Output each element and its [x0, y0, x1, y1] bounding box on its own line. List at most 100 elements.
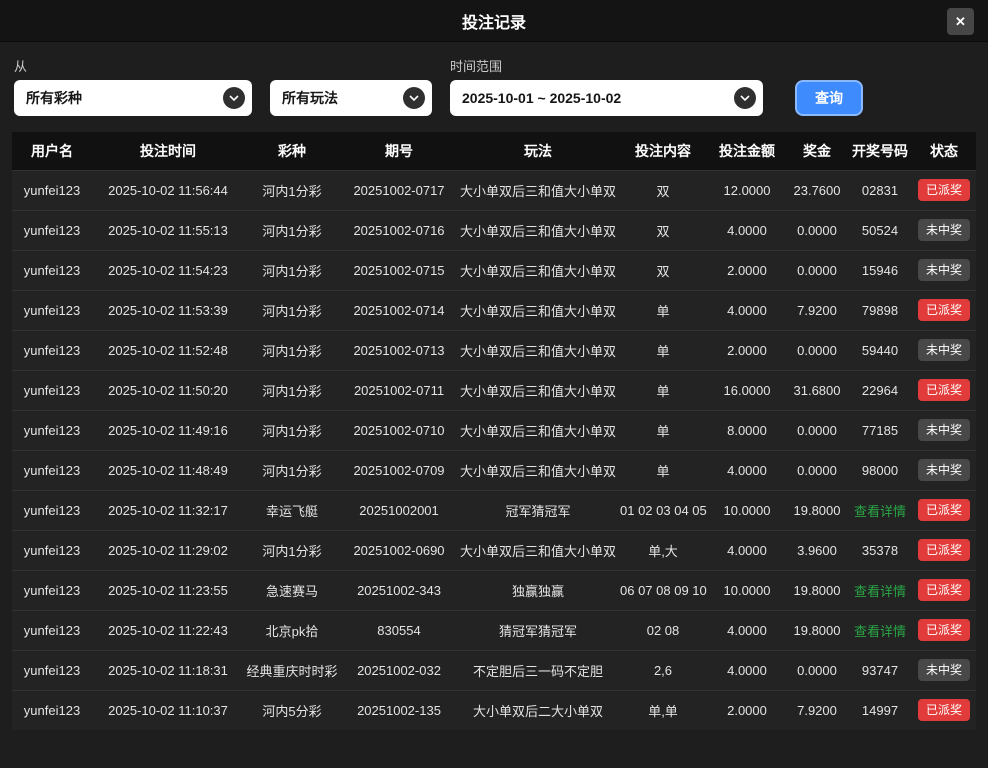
cell-issue: 20251002-0709: [340, 450, 458, 490]
status-badge: 已派奖: [918, 539, 970, 561]
cell-issue: 20251002-135: [340, 690, 458, 730]
cell-issue: 20251002-0690: [340, 530, 458, 570]
cell-username: yunfei123: [12, 170, 92, 210]
cell-bet-amount: 10.0000: [708, 570, 786, 610]
status-badge: 未中奖: [918, 459, 970, 481]
cell-draw-number: 14997: [848, 690, 912, 730]
cell-bet-content: 单: [618, 450, 708, 490]
cell-draw-number: 查看详情: [848, 610, 912, 650]
play-type-select[interactable]: 所有玩法: [270, 80, 432, 116]
draw-number: 50524: [862, 223, 898, 238]
status-badge: 已派奖: [918, 499, 970, 521]
cell-lottery: 河内1分彩: [244, 330, 340, 370]
cell-draw-number: 98000: [848, 450, 912, 490]
view-details-link[interactable]: 查看详情: [854, 504, 906, 519]
view-details-link[interactable]: 查看详情: [854, 624, 906, 639]
cell-bet-time: 2025-10-02 11:52:48: [92, 330, 244, 370]
table-row: yunfei123 2025-10-02 11:56:44 河内1分彩 2025…: [12, 170, 976, 210]
view-details-link[interactable]: 查看详情: [854, 584, 906, 599]
close-button[interactable]: ✕: [947, 8, 974, 35]
date-range-select[interactable]: 2025-10-01 ~ 2025-10-02: [450, 80, 763, 116]
cell-issue: 20251002-0710: [340, 410, 458, 450]
column-header-prize: 奖金: [786, 132, 848, 170]
cell-status: 已派奖: [912, 570, 976, 610]
cell-play: 大小单双后三和值大小单双: [458, 450, 618, 490]
table-row: yunfei123 2025-10-02 11:50:20 河内1分彩 2025…: [12, 370, 976, 410]
cell-status: 未中奖: [912, 250, 976, 290]
table-row: yunfei123 2025-10-02 11:52:48 河内1分彩 2025…: [12, 330, 976, 370]
cell-draw-number: 93747: [848, 650, 912, 690]
cell-bet-time: 2025-10-02 11:29:02: [92, 530, 244, 570]
column-header-status: 状态: [912, 132, 976, 170]
cell-status: 已派奖: [912, 530, 976, 570]
cell-bet-amount: 4.0000: [708, 450, 786, 490]
cell-username: yunfei123: [12, 570, 92, 610]
play-type-select-value: 所有玩法: [282, 88, 338, 108]
cell-bet-time: 2025-10-02 11:48:49: [92, 450, 244, 490]
cell-prize: 0.0000: [786, 650, 848, 690]
cell-bet-amount: 8.0000: [708, 410, 786, 450]
cell-bet-time: 2025-10-02 11:55:13: [92, 210, 244, 250]
cell-bet-content: 双: [618, 210, 708, 250]
lottery-type-select[interactable]: 所有彩种: [14, 80, 252, 116]
cell-bet-content: 06 07 08 09 10: [618, 570, 708, 610]
cell-prize: 0.0000: [786, 450, 848, 490]
cell-issue: 20251002001: [340, 490, 458, 530]
cell-bet-time: 2025-10-02 11:32:17: [92, 490, 244, 530]
cell-draw-number: 35378: [848, 530, 912, 570]
cell-prize: 31.6800: [786, 370, 848, 410]
cell-bet-amount: 4.0000: [708, 650, 786, 690]
cell-prize: 0.0000: [786, 210, 848, 250]
draw-number: 77185: [862, 423, 898, 438]
date-range-select-value: 2025-10-01 ~ 2025-10-02: [462, 90, 621, 106]
cell-bet-content: 单,单: [618, 690, 708, 730]
status-badge: 已派奖: [918, 619, 970, 641]
cell-issue: 20251002-0714: [340, 290, 458, 330]
cell-draw-number: 查看详情: [848, 570, 912, 610]
cell-bet-amount: 16.0000: [708, 370, 786, 410]
table-row: yunfei123 2025-10-02 11:55:13 河内1分彩 2025…: [12, 210, 976, 250]
cell-lottery: 河内5分彩: [244, 690, 340, 730]
cell-issue: 20251002-0717: [340, 170, 458, 210]
table-row: yunfei123 2025-10-02 11:18:31 经典重庆时时彩 20…: [12, 650, 976, 690]
cell-prize: 19.8000: [786, 490, 848, 530]
cell-bet-content: 2,6: [618, 650, 708, 690]
table-body: yunfei123 2025-10-02 11:56:44 河内1分彩 2025…: [12, 170, 976, 730]
cell-prize: 7.9200: [786, 690, 848, 730]
cell-bet-content: 单: [618, 370, 708, 410]
status-badge: 已派奖: [918, 299, 970, 321]
status-badge: 已派奖: [918, 579, 970, 601]
draw-number: 35378: [862, 543, 898, 558]
from-label: 从: [14, 56, 252, 72]
cell-status: 未中奖: [912, 410, 976, 450]
query-button[interactable]: 查询: [795, 80, 863, 116]
betting-records-modal: 投注记录 ✕ 从 所有彩种 所有玩法 时间范围 2025: [0, 0, 988, 730]
cell-bet-time: 2025-10-02 11:18:31: [92, 650, 244, 690]
cell-status: 未中奖: [912, 210, 976, 250]
column-header-draw-number: 开奖号码: [848, 132, 912, 170]
cell-bet-time: 2025-10-02 11:49:16: [92, 410, 244, 450]
cell-lottery: 河内1分彩: [244, 170, 340, 210]
cell-lottery: 河内1分彩: [244, 530, 340, 570]
cell-bet-content: 双: [618, 170, 708, 210]
cell-status: 已派奖: [912, 290, 976, 330]
cell-bet-time: 2025-10-02 11:10:37: [92, 690, 244, 730]
table-row: yunfei123 2025-10-02 11:49:16 河内1分彩 2025…: [12, 410, 976, 450]
cell-bet-amount: 10.0000: [708, 490, 786, 530]
cell-play: 大小单双后三和值大小单双: [458, 210, 618, 250]
time-range-label: 时间范围: [450, 56, 763, 72]
cell-username: yunfei123: [12, 370, 92, 410]
cell-username: yunfei123: [12, 290, 92, 330]
cell-bet-content: 01 02 03 04 05: [618, 490, 708, 530]
cell-prize: 23.7600: [786, 170, 848, 210]
status-badge: 已派奖: [918, 379, 970, 401]
cell-lottery: 幸运飞艇: [244, 490, 340, 530]
cell-play: 大小单双后二大小单双: [458, 690, 618, 730]
cell-status: 已派奖: [912, 610, 976, 650]
cell-issue: 20251002-032: [340, 650, 458, 690]
table-row: yunfei123 2025-10-02 11:53:39 河内1分彩 2025…: [12, 290, 976, 330]
status-badge: 未中奖: [918, 219, 970, 241]
status-badge: 未中奖: [918, 659, 970, 681]
table-row: yunfei123 2025-10-02 11:32:17 幸运飞艇 20251…: [12, 490, 976, 530]
cell-bet-content: 双: [618, 250, 708, 290]
